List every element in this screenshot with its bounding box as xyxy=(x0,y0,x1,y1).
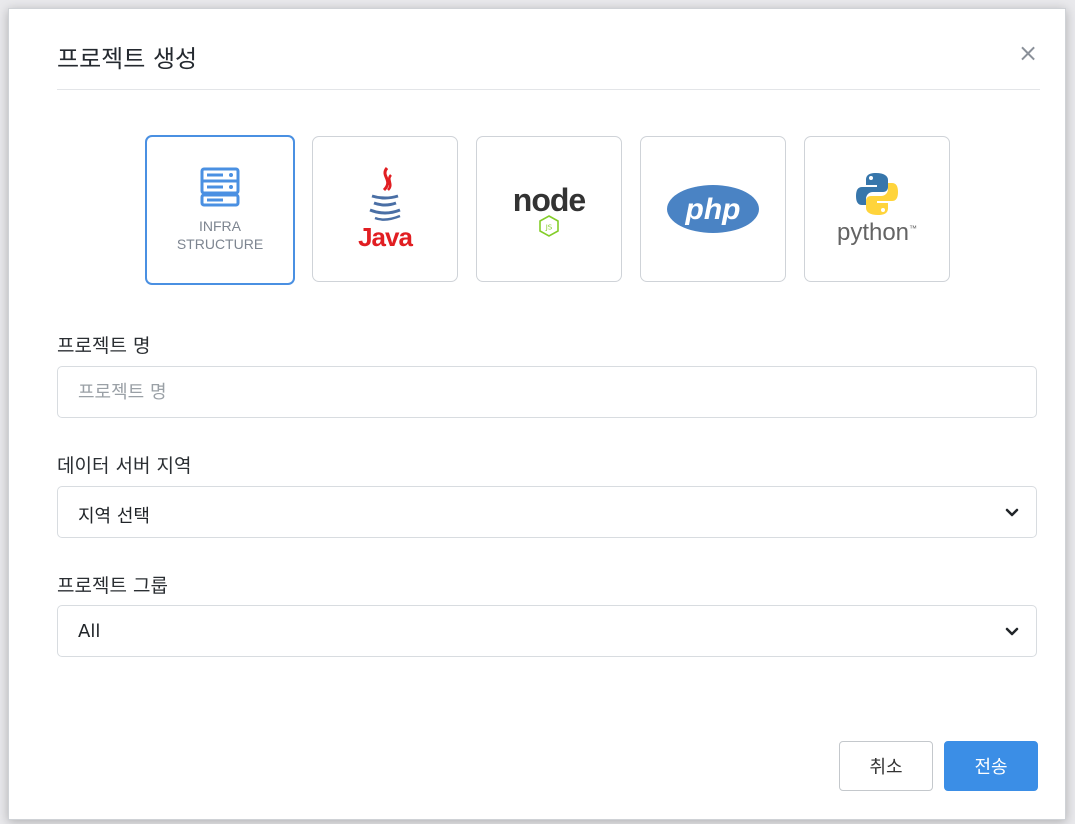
dialog-title: 프로젝트 생성 xyxy=(57,45,198,73)
svg-text:JS: JS xyxy=(545,223,553,231)
cancel-button[interactable]: 취소 xyxy=(839,741,933,791)
project-name-label: 프로젝트 명 xyxy=(57,335,151,357)
project-group-label: 프로젝트 그룹 xyxy=(57,575,168,597)
create-project-dialog: 프로젝트 생성 × INFRA STRUCTURE Java node JS p… xyxy=(8,8,1066,820)
nodejs-logo-icon: node xyxy=(512,181,586,218)
chevron-down-icon xyxy=(1005,627,1019,636)
python-logo-icon xyxy=(856,173,898,215)
server-icon xyxy=(200,167,240,207)
project-type-python[interactable]: python™ xyxy=(804,136,950,282)
project-group-select[interactable]: All xyxy=(57,605,1037,657)
java-logo-icon xyxy=(369,166,401,221)
php-logo-icon: php xyxy=(667,185,759,233)
infra-label-line2: STRUCTURE xyxy=(176,236,264,252)
python-label: python xyxy=(836,219,910,246)
region-select-value: 지역 선택 xyxy=(78,506,150,527)
submit-button[interactable]: 전송 xyxy=(944,741,1038,791)
dialog-header: 프로젝트 생성 × xyxy=(57,9,1040,90)
project-type-java[interactable]: Java xyxy=(312,136,458,282)
region-select[interactable]: 지역 선택 xyxy=(57,486,1037,538)
svg-text:php: php xyxy=(685,193,741,226)
region-label: 데이터 서버 지역 xyxy=(57,455,192,477)
chevron-down-icon xyxy=(1005,508,1019,517)
python-tm: ™ xyxy=(909,224,918,233)
infra-label-line1: INFRA xyxy=(199,218,241,234)
project-name-input[interactable] xyxy=(57,366,1037,418)
project-type-php[interactable]: php xyxy=(640,136,786,282)
project-type-infra[interactable]: INFRA STRUCTURE xyxy=(145,135,295,285)
project-type-node[interactable]: node JS xyxy=(476,136,622,282)
close-icon[interactable]: × xyxy=(1016,41,1040,65)
java-label: Java xyxy=(358,221,413,252)
project-group-select-value: All xyxy=(78,621,101,642)
